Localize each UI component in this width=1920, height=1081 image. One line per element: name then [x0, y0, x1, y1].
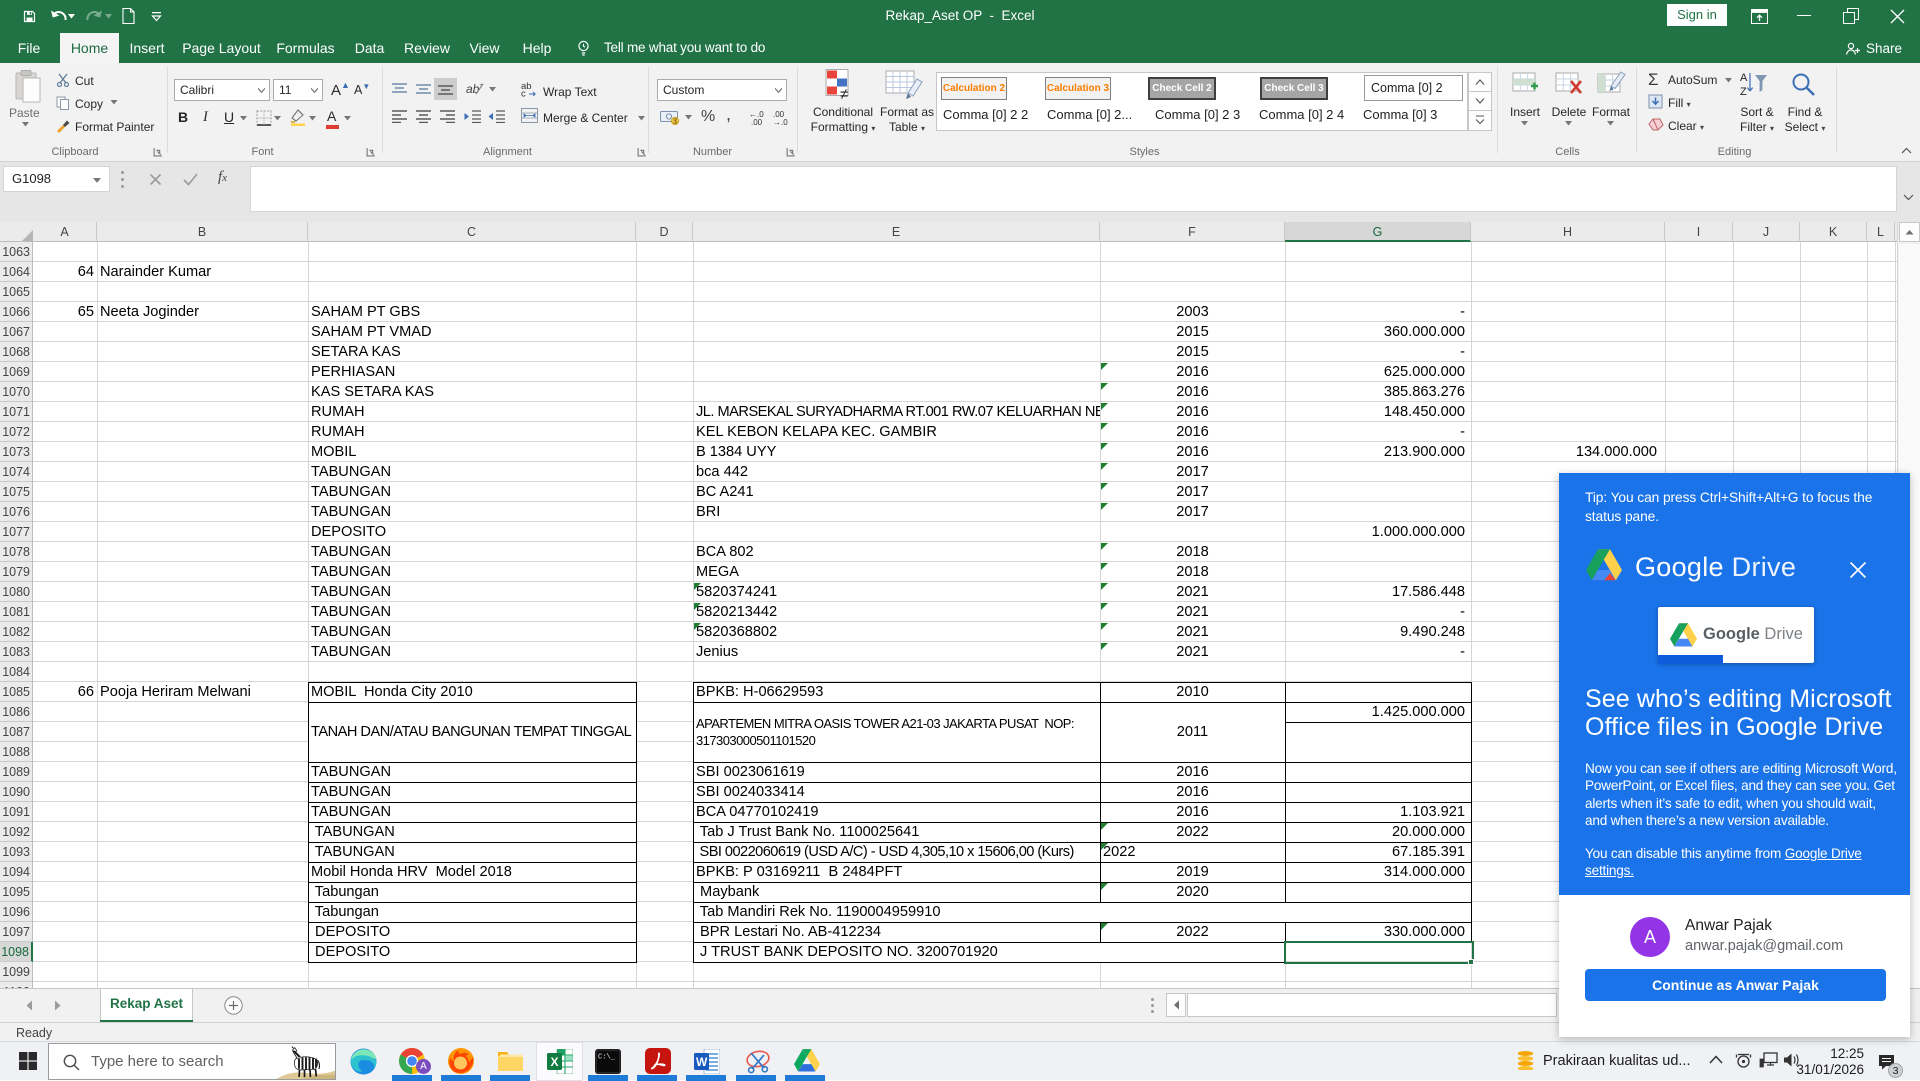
svg-text:ab: ab [466, 82, 480, 96]
svg-text:Z: Z [1740, 86, 1747, 98]
svg-text:c: c [521, 89, 526, 98]
svg-text:A: A [1740, 72, 1748, 84]
svg-text:C:\_: C:\_ [598, 1054, 616, 1062]
svg-text:≠: ≠ [840, 86, 848, 101]
svg-text:X: X [551, 1055, 559, 1069]
svg-text:→.0: →.0 [773, 118, 788, 126]
svg-text:W: W [696, 1055, 708, 1069]
svg-text:.00: .00 [751, 118, 763, 126]
svg-text:$: $ [673, 119, 677, 125]
